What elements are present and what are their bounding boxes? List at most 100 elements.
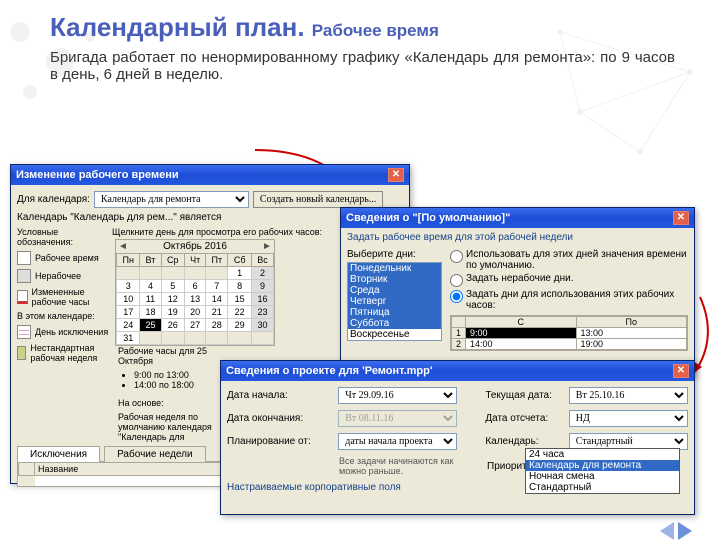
titlebar[interactable]: Сведения о "[По умолчанию]" ✕: [341, 208, 694, 228]
day-option[interactable]: Четверг: [348, 296, 441, 307]
day-option[interactable]: Понедельник: [348, 263, 441, 274]
calendar-day[interactable]: 11: [140, 293, 161, 306]
calendar-day: [185, 267, 206, 280]
dropdown-option[interactable]: Стандартный: [526, 482, 679, 493]
calendar-day: [228, 332, 252, 345]
calendar-day: [206, 267, 228, 280]
calendar-day[interactable]: 17: [117, 306, 140, 319]
prev-slide-icon[interactable]: [660, 522, 674, 540]
prev-month-icon[interactable]: ◄: [117, 241, 129, 252]
calendar-day[interactable]: 20: [185, 306, 206, 319]
calendar-day[interactable]: 26: [161, 319, 185, 332]
radio-specific[interactable]: Задать дни для использования этих рабочи…: [450, 289, 688, 311]
legend-header: Условные обозначения:: [17, 227, 112, 247]
calendar-day[interactable]: 28: [206, 319, 228, 332]
next-slide-icon[interactable]: [678, 522, 692, 540]
calendar-day[interactable]: 18: [140, 306, 161, 319]
calendar-day: [140, 332, 161, 345]
calendar-day[interactable]: 8: [228, 280, 252, 293]
calendar-day[interactable]: 25: [140, 319, 161, 332]
calendar-day[interactable]: 12: [161, 293, 185, 306]
calendar-day[interactable]: 10: [117, 293, 140, 306]
calendar-day[interactable]: 19: [161, 306, 185, 319]
days-listbox[interactable]: ПонедельникВторникСредаЧетвергПятницаСуб…: [347, 262, 442, 341]
calendar-day: [185, 332, 206, 345]
calendar-select[interactable]: Календарь для ремонта: [94, 191, 249, 208]
pick-days-label: Выберите дни:: [347, 249, 442, 260]
window-title: Сведения о "[По умолчанию]": [346, 212, 510, 224]
calendar-dropdown[interactable]: 24 часаКалендарь для ремонтаНочная смена…: [525, 448, 680, 494]
report-date-label: Дата отсчета:: [485, 413, 564, 424]
decor-dots: [0, 12, 120, 132]
calendar-day[interactable]: 14: [206, 293, 228, 306]
dropdown-option[interactable]: Ночная смена: [526, 471, 679, 482]
window-title: Сведения о проекте для 'Ремонт.mpp': [226, 365, 432, 377]
calendar-day[interactable]: 23: [252, 306, 274, 319]
plan-hint: Все задачи начинаются как можно раньше.: [339, 456, 459, 476]
close-icon[interactable]: ✕: [388, 168, 404, 182]
calendar-label: Календарь:: [485, 436, 564, 447]
day-option[interactable]: Воскресенье: [348, 329, 441, 340]
subtitle: Задать рабочее время для этой рабочей не…: [341, 228, 694, 243]
calendar-day[interactable]: 24: [117, 319, 140, 332]
dropdown-option[interactable]: Календарь для ремонта: [526, 460, 679, 471]
calendar-day[interactable]: 5: [161, 280, 185, 293]
legend-swatch-exception: [17, 325, 31, 339]
hours-grid[interactable]: СПо 19:0013:00214:0019:00: [450, 315, 688, 351]
current-date-label: Текущая дата:: [485, 390, 564, 401]
day-option[interactable]: Суббота: [348, 318, 441, 329]
calendar-day: [161, 267, 185, 280]
day-option[interactable]: Вторник: [348, 274, 441, 285]
legend-swatch-changed: [17, 290, 28, 304]
calendar-day[interactable]: 30: [252, 319, 274, 332]
window-project-info: Сведения о проекте для 'Ремонт.mpp' ✕ Да…: [220, 360, 695, 515]
calendar-day[interactable]: 6: [185, 280, 206, 293]
start-date-field[interactable]: Чт 29.09.16: [338, 387, 457, 404]
radio-default[interactable]: Использовать для этих дней значения врем…: [450, 249, 688, 271]
tab-work-weeks[interactable]: Рабочие недели: [104, 446, 205, 462]
titlebar[interactable]: Сведения о проекте для 'Ремонт.mpp' ✕: [221, 361, 694, 381]
calendar-day[interactable]: 22: [228, 306, 252, 319]
calendar-day: [161, 332, 185, 345]
calendar-day[interactable]: 13: [185, 293, 206, 306]
report-date-field[interactable]: НД: [569, 410, 688, 427]
window-default-details: Сведения о "[По умолчанию]" ✕ Задать раб…: [340, 207, 695, 377]
create-calendar-button[interactable]: Создать новый календарь...: [253, 191, 383, 208]
slide-nav: [660, 522, 692, 540]
tab-exceptions[interactable]: Исключения: [17, 446, 100, 462]
dropdown-option[interactable]: 24 часа: [526, 449, 679, 460]
calendar-day[interactable]: 7: [206, 280, 228, 293]
month-label: Октябрь 2016: [163, 241, 227, 252]
calendar-is-label: Календарь "Календарь для рем..." являетс…: [17, 212, 221, 223]
calendar-day[interactable]: 4: [140, 280, 161, 293]
legend-swatch-nonstd: [17, 346, 26, 360]
calendar-day[interactable]: 9: [252, 280, 274, 293]
day-option[interactable]: Пятница: [348, 307, 441, 318]
close-icon[interactable]: ✕: [673, 364, 689, 378]
calendar-day[interactable]: 29: [228, 319, 252, 332]
calendar-day: [206, 332, 228, 345]
next-month-icon[interactable]: ►: [261, 241, 273, 252]
calendar-day[interactable]: 31: [117, 332, 140, 345]
end-date-field[interactable]: Вт 08.11.16: [338, 410, 457, 427]
titlebar[interactable]: Изменение рабочего времени ✕: [11, 165, 409, 185]
legend-swatch-work: [17, 251, 31, 265]
calendar-day[interactable]: 16: [252, 293, 274, 306]
calendar-day[interactable]: 21: [206, 306, 228, 319]
calendar-day: [117, 267, 140, 280]
calendar-day[interactable]: 2: [252, 267, 274, 280]
calendar-day[interactable]: 3: [117, 280, 140, 293]
day-option[interactable]: Среда: [348, 285, 441, 296]
close-icon[interactable]: ✕: [673, 211, 689, 225]
calendar-day: [252, 332, 274, 345]
legend: Условные обозначения: Рабочее время Нера…: [17, 227, 112, 367]
legend-swatch-nonwork: [17, 269, 31, 283]
plan-from-field[interactable]: даты начала проекта: [338, 433, 457, 450]
current-date-field[interactable]: Вт 25.10.16: [569, 387, 688, 404]
calendar-day[interactable]: 1: [228, 267, 252, 280]
decor-network: [540, 12, 720, 192]
calendar-day[interactable]: 27: [185, 319, 206, 332]
radio-nonworking[interactable]: Задать нерабочие дни.: [450, 273, 688, 287]
calendar-day[interactable]: 15: [228, 293, 252, 306]
window-title: Изменение рабочего времени: [16, 169, 179, 181]
